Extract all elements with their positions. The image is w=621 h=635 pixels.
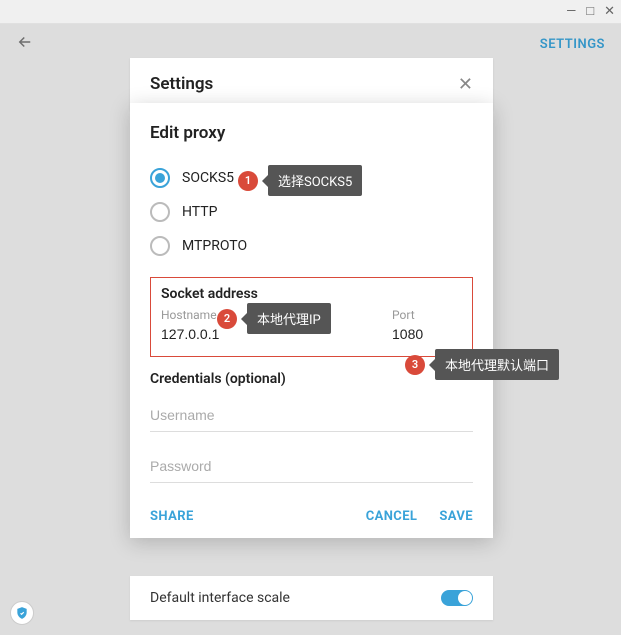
- callout-3: 3 本地代理默认端口: [405, 349, 559, 380]
- share-button[interactable]: SHARE: [150, 509, 194, 524]
- modal-title: Edit proxy: [150, 123, 473, 143]
- radio-label: HTTP: [182, 204, 217, 220]
- close-window-button[interactable]: ✕: [604, 5, 615, 18]
- radio-icon: [150, 236, 170, 256]
- scale-label: Default interface scale: [150, 590, 290, 606]
- radio-icon: [150, 168, 170, 188]
- radio-label: MTPROTO: [182, 238, 247, 254]
- save-button[interactable]: SAVE: [439, 509, 473, 524]
- username-input[interactable]: [150, 397, 473, 432]
- port-field[interactable]: Port: [392, 308, 462, 344]
- radio-icon: [150, 202, 170, 222]
- callout-1: 1 选择SOCKS5: [238, 165, 362, 196]
- step-tip-1: 选择SOCKS5: [268, 165, 362, 196]
- password-input[interactable]: [150, 448, 473, 483]
- maximize-button[interactable]: □: [586, 5, 594, 18]
- cancel-button[interactable]: CANCEL: [366, 509, 418, 524]
- modal-actions: SHARE CANCEL SAVE: [150, 509, 473, 524]
- interface-scale-row: Default interface scale: [130, 576, 493, 620]
- callout-2: 2 本地代理IP: [217, 303, 331, 334]
- radio-mtproto[interactable]: MTPROTO: [150, 229, 473, 263]
- shield-icon[interactable]: [10, 601, 34, 625]
- step-badge-2: 2: [217, 309, 237, 329]
- step-badge-1: 1: [238, 171, 258, 191]
- scale-toggle[interactable]: [441, 590, 473, 606]
- window-titlebar: — □ ✕: [0, 0, 621, 24]
- settings-title: Settings: [150, 74, 213, 94]
- socket-title: Socket address: [161, 286, 462, 302]
- close-icon[interactable]: ✕: [458, 74, 473, 95]
- minimize-button[interactable]: —: [566, 5, 576, 18]
- step-badge-3: 3: [405, 355, 425, 375]
- port-label: Port: [392, 308, 462, 322]
- radio-label: SOCKS5: [182, 170, 234, 186]
- port-input[interactable]: [392, 322, 462, 344]
- radio-http[interactable]: HTTP: [150, 195, 473, 229]
- step-tip-2: 本地代理IP: [247, 303, 331, 334]
- step-tip-3: 本地代理默认端口: [435, 349, 559, 380]
